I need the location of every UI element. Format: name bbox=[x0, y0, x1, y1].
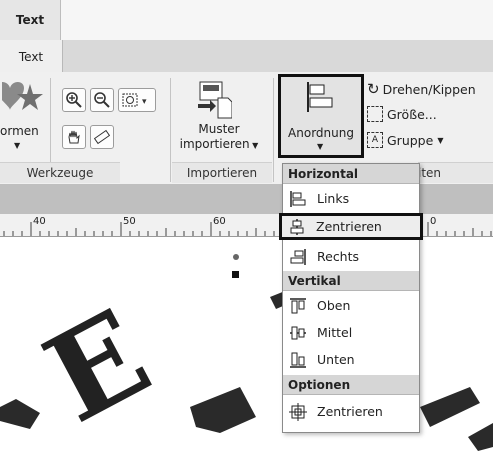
chevron-down-icon: ▼ bbox=[317, 142, 324, 151]
divider bbox=[273, 78, 274, 182]
gruppe-label: Gruppe bbox=[387, 132, 434, 148]
zoom-in-icon[interactable] bbox=[62, 88, 86, 112]
anordnung-dropdown-menu: Horizontal Links Zentrieren Rechts Verti… bbox=[279, 163, 423, 433]
menu-item-mittel[interactable]: Mittel bbox=[283, 319, 419, 346]
align-top-icon bbox=[289, 297, 307, 315]
align-icon bbox=[304, 80, 334, 114]
muster-label: Muster bbox=[198, 122, 240, 136]
zoom-out-icon[interactable] bbox=[90, 88, 114, 112]
menu-item-label: Oben bbox=[317, 298, 351, 313]
menu-item-zentrieren-optionen[interactable]: Zentrieren bbox=[283, 398, 419, 425]
menu-item-label: Mittel bbox=[317, 325, 353, 340]
ruler-label: 60 bbox=[213, 216, 226, 227]
ruler-label: 0 bbox=[430, 216, 437, 227]
menu-item-unten[interactable]: Unten bbox=[283, 346, 419, 373]
ribbon-tab-text[interactable]: Text bbox=[0, 40, 63, 73]
formen-label: ormen bbox=[0, 124, 39, 138]
menu-item-zentrieren-horizontal[interactable]: Zentrieren bbox=[279, 213, 423, 240]
group-icon: A bbox=[367, 132, 383, 148]
groesse-button[interactable]: Größe... bbox=[367, 106, 437, 122]
menu-item-label: Unten bbox=[317, 352, 355, 367]
importieren-group-label: Importieren bbox=[172, 162, 272, 183]
resize-icon bbox=[367, 106, 383, 122]
menu-item-oben[interactable]: Oben bbox=[283, 292, 419, 319]
werkzeuge-group-label: Werkzeuge bbox=[0, 162, 120, 183]
drehen-label: Drehen/Kippen bbox=[382, 81, 476, 97]
align-right-icon bbox=[289, 248, 307, 266]
align-middle-icon bbox=[289, 324, 307, 342]
zoom-fit-icon[interactable]: ▾ bbox=[118, 88, 156, 112]
drehen-kippen-button[interactable]: ↻ Drehen/Kippen bbox=[367, 80, 476, 98]
menu-item-label: Zentrieren bbox=[317, 404, 383, 419]
menu-header-horizontal: Horizontal bbox=[283, 164, 419, 184]
menu-header-vertikal: Vertikal bbox=[283, 271, 419, 291]
align-center-horizontal-icon bbox=[288, 218, 306, 236]
menu-item-label: Rechts bbox=[317, 249, 360, 264]
heart-star-icon[interactable] bbox=[0, 80, 44, 120]
menu-item-label: Links bbox=[317, 191, 350, 206]
ruler-label: 50 bbox=[123, 216, 136, 227]
menu-header-optionen: Optionen bbox=[283, 375, 419, 395]
chevron-down-icon: ▼ bbox=[14, 141, 21, 150]
importieren-button-label[interactable]: importieren ▼ bbox=[175, 137, 263, 153]
menu-item-rechts[interactable]: Rechts bbox=[283, 243, 419, 270]
gruppe-button[interactable]: A Gruppe ▼ bbox=[367, 132, 443, 148]
rotate-icon: ↻ bbox=[367, 80, 380, 98]
import-pattern-icon[interactable] bbox=[196, 80, 233, 120]
divider bbox=[170, 78, 171, 182]
anordnen-group-label: iten bbox=[418, 162, 493, 183]
title-tab-strip bbox=[0, 0, 493, 41]
align-bottom-icon bbox=[289, 351, 307, 369]
menu-item-links[interactable]: Links bbox=[283, 185, 419, 212]
chevron-down-icon: ▼ bbox=[437, 135, 444, 145]
menu-item-label: Zentrieren bbox=[316, 219, 382, 234]
svg-text:▾: ▾ bbox=[142, 97, 147, 107]
top-tab-text[interactable]: Text bbox=[0, 0, 61, 40]
center-target-icon bbox=[289, 402, 307, 421]
ribbon-tab-row bbox=[0, 40, 493, 73]
measure-ruler-icon[interactable] bbox=[90, 125, 114, 149]
align-left-icon bbox=[289, 190, 307, 208]
anordnung-label: Anordnung bbox=[288, 126, 354, 140]
pan-hand-icon[interactable] bbox=[62, 125, 86, 149]
groesse-label: Größe... bbox=[387, 106, 437, 122]
ruler-label: 40 bbox=[33, 216, 46, 227]
